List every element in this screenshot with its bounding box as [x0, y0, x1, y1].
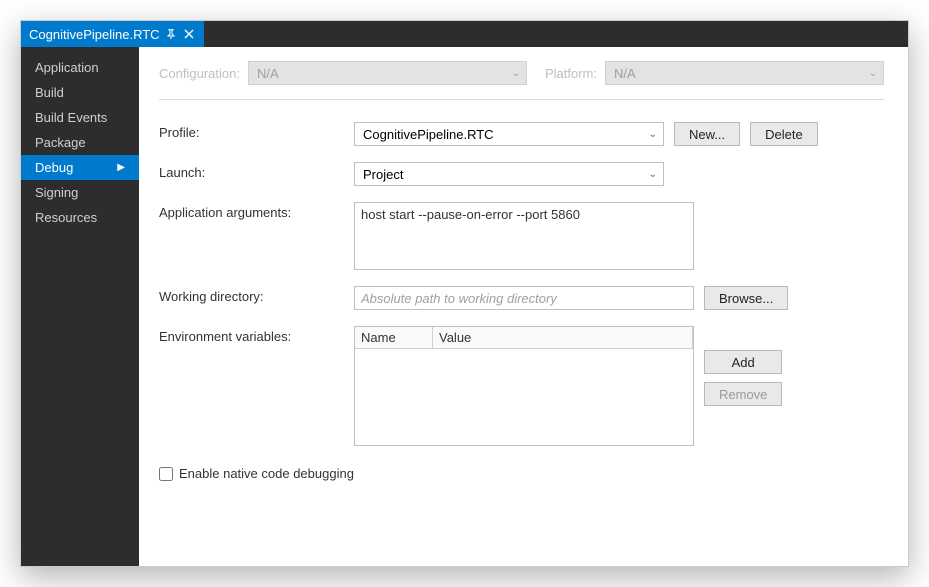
delete-profile-button[interactable]: Delete: [750, 122, 818, 146]
application-arguments-label: Application arguments:: [159, 202, 354, 270]
sidebar-item-application[interactable]: Application: [21, 55, 139, 80]
sidebar-item-resources[interactable]: Resources: [21, 205, 139, 230]
launch-dropdown[interactable]: Project ⌄: [354, 162, 664, 186]
working-directory-input[interactable]: [354, 286, 694, 310]
sidebar-item-signing[interactable]: Signing: [21, 180, 139, 205]
chevron-down-icon: ⌄: [649, 129, 657, 140]
env-grid-body[interactable]: [355, 349, 693, 445]
sidebar-item-label: Build Events: [35, 110, 107, 125]
close-icon[interactable]: [182, 27, 196, 41]
profile-dropdown[interactable]: CognitivePipeline.RTC ⌄: [354, 122, 664, 146]
sidebar-item-label: Application: [35, 60, 99, 75]
working-directory-label: Working directory:: [159, 286, 354, 310]
document-tab-active[interactable]: CognitivePipeline.RTC: [21, 21, 204, 47]
sidebar-item-build[interactable]: Build: [21, 80, 139, 105]
sidebar-item-label: Debug: [35, 160, 73, 175]
add-env-button[interactable]: Add: [704, 350, 782, 374]
launch-value: Project: [363, 167, 403, 182]
remove-env-button: Remove: [704, 382, 782, 406]
env-grid-header: Name Value: [355, 327, 693, 349]
sidebar-item-label: Resources: [35, 210, 97, 225]
platform-label: Platform:: [545, 66, 597, 81]
env-value-column-header[interactable]: Value: [433, 327, 693, 348]
document-tab-title: CognitivePipeline.RTC: [29, 27, 160, 42]
profile-value: CognitivePipeline.RTC: [363, 127, 494, 142]
chevron-right-icon: ▶: [117, 162, 125, 173]
chevron-down-icon: ⌄: [649, 169, 657, 180]
configuration-dropdown: N/A ⌄: [248, 61, 527, 85]
application-arguments-input[interactable]: [354, 202, 694, 270]
sidebar-item-debug[interactable]: Debug ▶: [21, 155, 139, 180]
pin-icon[interactable]: [166, 29, 176, 39]
debug-properties-panel: Configuration: N/A ⌄ Platform: N/A ⌄ Pro…: [139, 47, 908, 566]
environment-variables-grid[interactable]: Name Value: [354, 326, 694, 446]
native-debugging-label[interactable]: Enable native code debugging: [179, 466, 354, 481]
native-debugging-checkbox[interactable]: [159, 467, 173, 481]
platform-value: N/A: [614, 66, 636, 81]
sidebar-item-label: Build: [35, 85, 64, 100]
profile-label: Profile:: [159, 122, 354, 146]
chevron-down-icon: ⌄: [869, 68, 877, 79]
document-tab-bar: CognitivePipeline.RTC: [21, 21, 908, 47]
launch-label: Launch:: [159, 162, 354, 186]
properties-sidebar: Application Build Build Events Package D…: [21, 47, 139, 566]
chevron-down-icon: ⌄: [512, 68, 520, 79]
environment-variables-label: Environment variables:: [159, 326, 354, 446]
env-name-column-header[interactable]: Name: [355, 327, 433, 348]
sidebar-item-package[interactable]: Package: [21, 130, 139, 155]
project-properties-window: CognitivePipeline.RTC Application Build …: [20, 20, 909, 567]
platform-dropdown: N/A ⌄: [605, 61, 884, 85]
sidebar-item-build-events[interactable]: Build Events: [21, 105, 139, 130]
new-profile-button[interactable]: New...: [674, 122, 740, 146]
browse-button[interactable]: Browse...: [704, 286, 788, 310]
sidebar-item-label: Signing: [35, 185, 78, 200]
sidebar-item-label: Package: [35, 135, 86, 150]
configuration-label: Configuration:: [159, 66, 240, 81]
configuration-value: N/A: [257, 66, 279, 81]
